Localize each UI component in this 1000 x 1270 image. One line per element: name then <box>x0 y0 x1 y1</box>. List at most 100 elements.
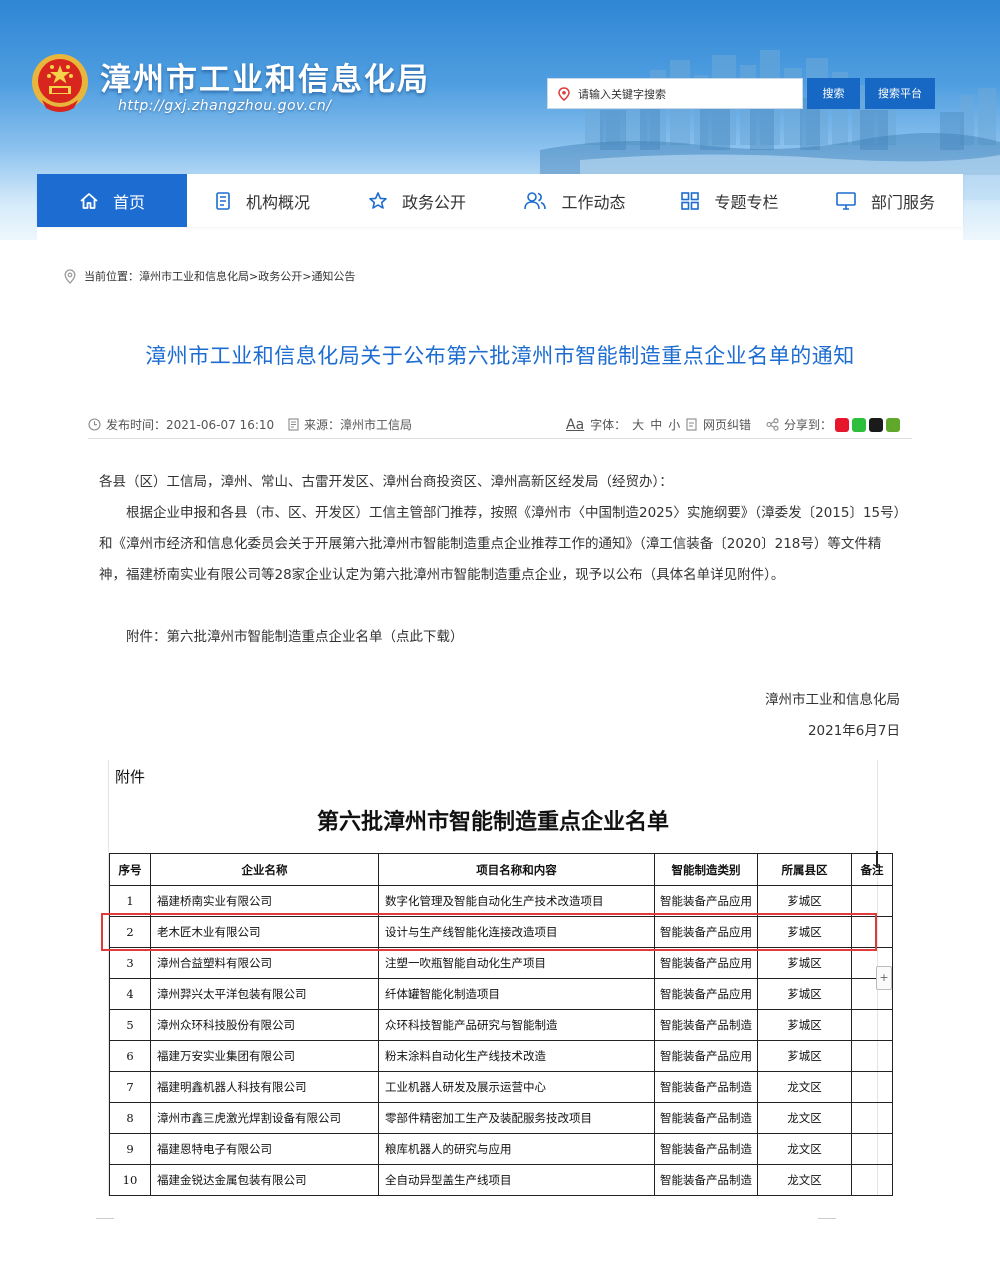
home-icon <box>79 192 99 210</box>
location-pin-icon <box>64 269 76 284</box>
table-cell: 龙文区 <box>758 1134 852 1165</box>
nav-label: 工作动态 <box>561 189 625 213</box>
search-platform-button[interactable]: 搜索平台 <box>865 78 935 109</box>
table-cell: 漳州市鑫三虎激光焊割设备有限公司 <box>151 1103 379 1134</box>
search-box <box>547 78 803 109</box>
attachment-download-link[interactable]: 第六批漳州市智能制造重点企业名单（点此下载） <box>167 629 464 645</box>
table-cell: 智能装备产品应用 <box>655 1041 758 1072</box>
document-icon <box>288 418 299 431</box>
table-cell: 9 <box>110 1134 151 1165</box>
table-row: 5 漳州众环科技股份有限公司 众环科技智能产品研究与智能制造 智能装备产品制造 … <box>110 1010 893 1041</box>
table-row: 8 漳州市鑫三虎激光焊割设备有限公司 零部件精密加工生产及装配服务技改项目 智能… <box>110 1103 893 1134</box>
table-cell: 智能装备产品应用 <box>655 948 758 979</box>
row-highlight-box <box>101 913 877 951</box>
nav-item-org-overview[interactable]: 机构概况 <box>187 174 337 227</box>
error-report-text: 网页纠错 <box>703 416 751 433</box>
table-cell: 福建金锐达金属包装有限公司 <box>151 1165 379 1196</box>
table-cell: 智能装备产品制造 <box>655 1010 758 1041</box>
table-cell: 芗城区 <box>758 948 852 979</box>
expand-button[interactable]: + <box>876 966 892 990</box>
wechat-share-icon[interactable] <box>852 418 866 432</box>
table-cell <box>852 886 893 917</box>
article-source-text: 来源：漳州市工信局 <box>304 416 412 433</box>
grid-icon <box>680 191 700 211</box>
signature-date: 2021年6月7日 <box>808 716 900 747</box>
share-bar: 分享到： <box>766 416 900 433</box>
table-cell: 漳州羿兴太平洋包装有限公司 <box>151 979 379 1010</box>
text-cursor <box>876 851 878 868</box>
font-medium-button[interactable]: 中 <box>650 416 662 433</box>
table-cell: 龙文区 <box>758 1103 852 1134</box>
table-cell <box>852 1041 893 1072</box>
table-cell: 1 <box>110 886 151 917</box>
nav-item-gov-affairs[interactable]: 政务公开 <box>337 174 497 227</box>
table-cell: 工业机器人研发及展示运营中心 <box>379 1072 655 1103</box>
table-cell: 7 <box>110 1072 151 1103</box>
location-pin-icon <box>558 87 570 101</box>
font-small-button[interactable]: 小 <box>668 416 680 433</box>
people-icon <box>523 191 547 211</box>
table-cell: 全自动异型盖生产线项目 <box>379 1165 655 1196</box>
edit-icon <box>686 418 698 431</box>
table-cell: 漳州众环科技股份有限公司 <box>151 1010 379 1041</box>
table-cell: 智能装备产品制造 <box>655 1134 758 1165</box>
document-list-icon <box>214 191 232 211</box>
nav-label: 部门服务 <box>871 189 935 213</box>
douban-share-icon[interactable] <box>886 418 900 432</box>
column-header: 所属县区 <box>758 854 852 886</box>
table-cell: 粮库机器人的研究与应用 <box>379 1134 655 1165</box>
table-cell <box>852 1103 893 1134</box>
breadcrumb-link-gov-affairs[interactable]: 政务公开 <box>258 268 302 284</box>
table-row: 4 漳州羿兴太平洋包装有限公司 纤体罐智能化制造项目 智能装备产品应用 芗城区 <box>110 979 893 1010</box>
table-cell: 智能装备产品制造 <box>655 1103 758 1134</box>
article-title: 漳州市工业和信息化局关于公布第六批漳州市智能制造重点企业名单的通知 <box>0 340 1000 370</box>
corner-mark <box>96 1218 114 1222</box>
table-row: 1 福建桥南实业有限公司 数字化管理及智能自动化生产技术改造项目 智能装备产品应… <box>110 886 893 917</box>
breadcrumb: 当前位置： 漳州市工业和信息化局 > 政务公开 > 通知公告 <box>64 268 355 284</box>
breadcrumb-link-notices[interactable]: 通知公告 <box>311 268 355 284</box>
breadcrumb-link-home[interactable]: 漳州市工业和信息化局 <box>139 268 249 284</box>
table-cell: 众环科技智能产品研究与智能制造 <box>379 1010 655 1041</box>
site-title: 漳州市工业和信息化局 <box>100 54 430 99</box>
column-header: 企业名称 <box>151 854 379 886</box>
table-cell <box>852 1010 893 1041</box>
table-cell: 芗城区 <box>758 979 852 1010</box>
attachment-label: 附件 <box>115 766 145 787</box>
attachment-prefix: 附件： <box>126 629 167 645</box>
weibo-share-icon[interactable] <box>835 418 849 432</box>
breadcrumb-separator: > <box>249 270 258 283</box>
table-cell: 纤体罐智能化制造项目 <box>379 979 655 1010</box>
table-cell: 智能装备产品制造 <box>655 1165 758 1196</box>
column-header: 备注 <box>852 854 893 886</box>
table-cell: 芗城区 <box>758 886 852 917</box>
breadcrumb-prefix: 当前位置： <box>84 268 139 284</box>
table-cell: 3 <box>110 948 151 979</box>
qq-share-icon[interactable] <box>869 418 883 432</box>
error-report-link[interactable]: 网页纠错 <box>686 416 751 433</box>
nav-item-dept-services[interactable]: 部门服务 <box>807 174 963 227</box>
nav-label: 专题专栏 <box>714 189 778 213</box>
nav-item-special-topics[interactable]: 专题专栏 <box>652 174 807 227</box>
search-button[interactable]: 搜索 <box>807 78 860 109</box>
clock-icon <box>88 418 101 431</box>
table-cell: 数字化管理及智能自动化生产技术改造项目 <box>379 886 655 917</box>
table-cell: 漳州合益塑料有限公司 <box>151 948 379 979</box>
table-cell: 智能装备产品应用 <box>655 886 758 917</box>
font-size-label: 字体： <box>590 416 626 433</box>
nav-item-work-news[interactable]: 工作动态 <box>497 174 652 227</box>
nav-item-home[interactable]: 首页 <box>37 174 187 227</box>
nav-label: 机构概况 <box>246 189 310 213</box>
attachment-title: 第六批漳州市智能制造重点企业名单 <box>109 804 877 836</box>
search-input[interactable] <box>576 81 800 108</box>
column-header: 序号 <box>110 854 151 886</box>
table-row: 9 福建恩特电子有限公司 粮库机器人的研究与应用 智能装备产品制造 龙文区 <box>110 1134 893 1165</box>
table-cell: 芗城区 <box>758 1010 852 1041</box>
column-header: 项目名称和内容 <box>379 854 655 886</box>
table-cell: 10 <box>110 1165 151 1196</box>
table-row: 10 福建金锐达金属包装有限公司 全自动异型盖生产线项目 智能装备产品制造 龙文… <box>110 1165 893 1196</box>
font-large-button[interactable]: 大 <box>632 416 644 433</box>
monitor-icon <box>835 191 857 211</box>
national-emblem-icon <box>30 52 90 116</box>
table-cell: 注塑一吹瓶智能自动化生产项目 <box>379 948 655 979</box>
table-cell: 福建桥南实业有限公司 <box>151 886 379 917</box>
